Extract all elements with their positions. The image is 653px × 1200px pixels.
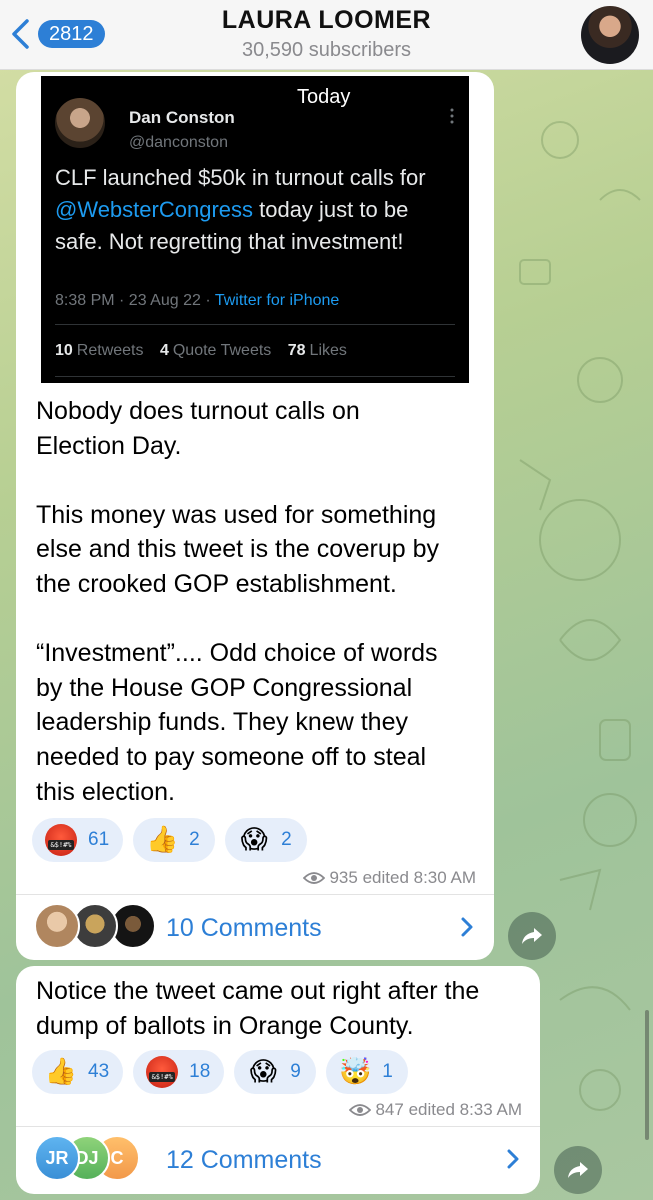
scrollbar[interactable] xyxy=(645,1010,649,1140)
reaction-thumbs-up[interactable]: 👍 43 xyxy=(32,1050,124,1094)
message-meta: 847 edited 8:33 AM xyxy=(349,1100,522,1120)
tweet-text: CLF launched $50k in turnout calls for @… xyxy=(55,165,426,254)
tweet-stats: 10 Retweets 4 Quote Tweets 78 Likes xyxy=(55,342,347,359)
thumbs-up-icon: 👍 xyxy=(44,1057,78,1087)
thumbs-up-icon: 👍 xyxy=(145,825,179,855)
divider xyxy=(55,376,455,377)
share-button[interactable] xyxy=(554,1146,602,1194)
date-label: Today xyxy=(297,86,351,108)
tweet-author-handle: @danconston xyxy=(129,134,228,151)
eye-icon xyxy=(303,872,326,884)
screaming-face-icon: 😱 xyxy=(240,825,268,855)
comments-button[interactable]: 10 Comments xyxy=(16,896,494,960)
more-options-icon xyxy=(450,108,454,124)
reaction-cursing[interactable]: &$!#% 18 xyxy=(133,1050,225,1094)
avatar xyxy=(34,903,80,949)
divider xyxy=(16,1126,540,1127)
tweet-author-name: Dan Conston xyxy=(129,108,235,127)
view-count: 847 xyxy=(375,1100,404,1119)
message-text: Notice the tweet came out right after th… xyxy=(36,977,480,1040)
commenter-avatars xyxy=(34,903,164,953)
reactions-bar: 👍 43 &$!#% 18 😱 9 🤯 1 xyxy=(32,1050,409,1094)
tweet-timestamp: 8:38 PM · 23 Aug 22 · Twitter for iPhone xyxy=(55,292,340,309)
reaction-exploding-head[interactable]: 🤯 1 xyxy=(326,1050,409,1094)
tweet-mention: @WebsterCongress xyxy=(55,197,253,222)
channel-title: LAURA LOOMER xyxy=(221,6,432,34)
channel-avatar[interactable] xyxy=(581,6,639,64)
comments-button[interactable]: JR DJ C 12 Comments xyxy=(16,1128,540,1192)
share-button[interactable] xyxy=(508,912,556,960)
comments-label: 10 Comments xyxy=(166,913,322,942)
message-text: Nobody does turnout calls on Election Da… xyxy=(36,397,440,806)
screaming-face-icon: 😱 xyxy=(249,1057,277,1087)
share-arrow-icon xyxy=(568,1162,588,1178)
divider xyxy=(55,324,455,325)
edited-time: edited 8:30 AM xyxy=(362,868,476,887)
view-count: 935 xyxy=(329,868,358,887)
edited-time: edited 8:33 AM xyxy=(408,1100,522,1119)
reaction-cursing[interactable]: &$!#% 61 xyxy=(32,818,124,862)
reaction-screaming[interactable]: 😱 9 xyxy=(234,1050,317,1094)
avatar-initials: JR xyxy=(34,1135,80,1181)
cursing-face-icon: &$!#% xyxy=(145,1055,179,1089)
commenter-avatars: JR DJ C xyxy=(34,1135,164,1185)
chevron-right-icon xyxy=(507,1149,519,1169)
channel-title-block[interactable]: LAURA LOOMER 30,590 subscribers xyxy=(0,6,653,62)
channel-header: 2812 LAURA LOOMER 30,590 subscribers xyxy=(0,0,653,70)
tweet-screenshot[interactable]: Today Dan Conston @danconston CLF launch… xyxy=(41,76,469,383)
tweet-author-avatar xyxy=(55,98,105,148)
divider xyxy=(16,894,494,895)
reaction-screaming[interactable]: 😱 2 xyxy=(225,818,308,862)
reactions-bar: &$!#% 61 👍 2 😱 2 xyxy=(32,818,308,862)
eye-icon xyxy=(349,1104,372,1116)
reaction-thumbs-up[interactable]: 👍 2 xyxy=(133,818,216,862)
chevron-right-icon xyxy=(461,917,473,937)
message-meta: 935 edited 8:30 AM xyxy=(303,868,476,888)
message-bubble: Notice the tweet came out right after th… xyxy=(16,966,540,1194)
comments-label: 12 Comments xyxy=(166,1145,322,1174)
exploding-head-icon: 🤯 xyxy=(339,1057,372,1087)
share-arrow-icon xyxy=(522,928,542,944)
cursing-face-icon: &$!#% xyxy=(44,823,78,857)
message-bubble: Today Dan Conston @danconston CLF launch… xyxy=(16,72,494,960)
subscriber-count: 30,590 subscribers xyxy=(242,39,411,61)
